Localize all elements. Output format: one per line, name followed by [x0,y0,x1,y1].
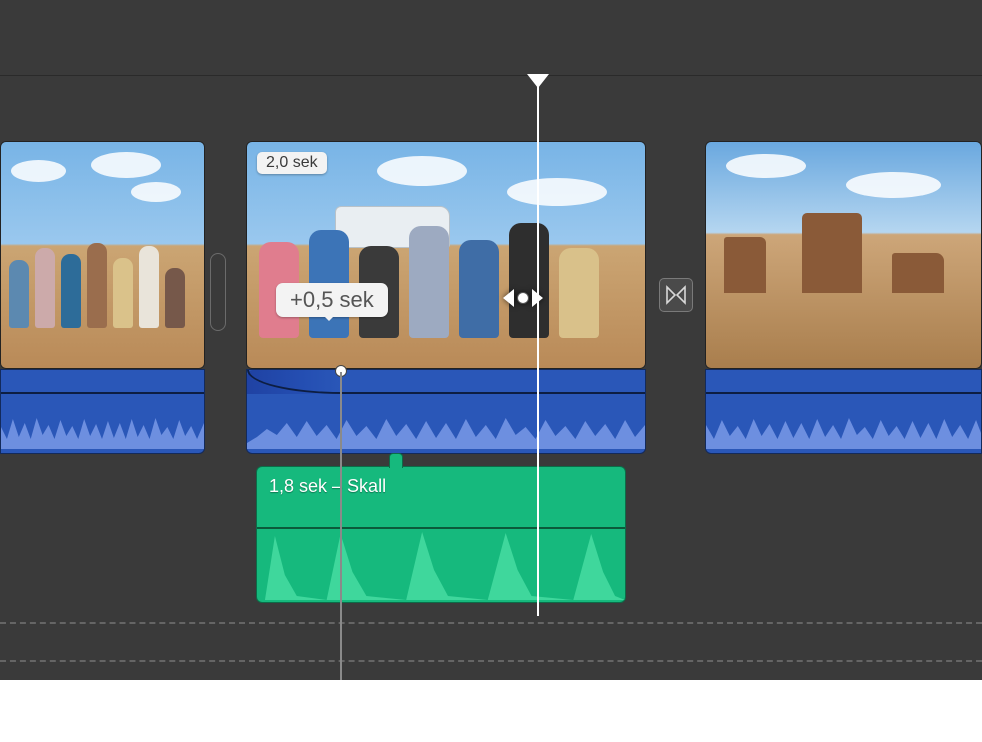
video-clip-1[interactable] [0,141,205,369]
volume-line[interactable] [1,392,204,394]
callout-leader-line [340,372,342,680]
volume-line[interactable] [340,392,645,394]
attached-audio-label: 1,8 sek – Skall [269,476,386,497]
waveform [706,409,981,449]
waveform [1,409,204,449]
timeline-ruler-divider [0,75,982,76]
clip-thumbnail [705,141,982,369]
clip-3-audio-track[interactable] [705,369,982,454]
transition-icon[interactable] [659,278,693,312]
video-clip-3[interactable] [705,141,982,369]
volume-line[interactable] [706,392,981,394]
timeline-guide-line [0,622,982,624]
page-footer-blank [0,680,982,742]
waveform [247,409,645,449]
clip-2-audio-track[interactable] [246,369,646,454]
clip-duration-tooltip: 2,0 sek [257,152,327,174]
playhead[interactable] [537,75,539,616]
timeline-ruler-strip [0,0,982,75]
timeline-guide-line [0,660,982,662]
clip-1-audio-track[interactable] [0,369,205,454]
video-clip-2[interactable]: 2,0 sek [246,141,646,369]
volume-line[interactable] [257,527,625,529]
clip-thumbnail [0,141,205,369]
clip-edge-trim-handle[interactable] [210,253,226,331]
waveform [257,530,625,600]
fade-delta-tooltip: +0,5 sek [276,283,388,317]
timeline[interactable]: 2,0 sek +0,5 sek [0,0,982,680]
audio-attach-connector [389,453,403,468]
clip-thumbnail [246,141,646,369]
attached-audio-clip[interactable]: 1,8 sek – Skall [256,466,626,603]
